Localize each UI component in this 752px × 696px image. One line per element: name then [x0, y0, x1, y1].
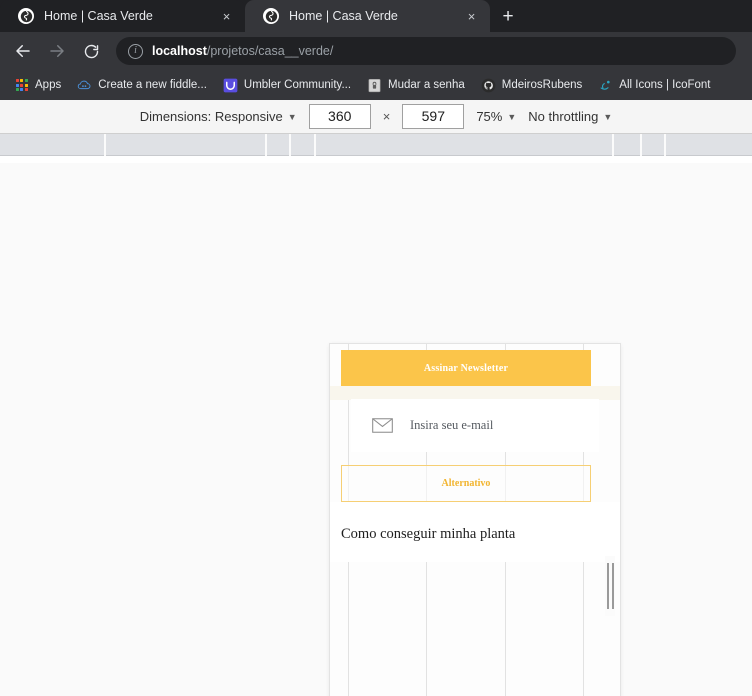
browser-tab-2[interactable]: Home | Casa Verde ×: [245, 0, 490, 32]
url-host: localhost: [152, 44, 207, 58]
viewport-ruler[interactable]: [0, 134, 752, 156]
bookmark-github[interactable]: MdeirosRubens: [475, 76, 589, 95]
address-bar[interactable]: i localhost/projetos/casa__verde/: [116, 37, 736, 65]
browser-tab-1[interactable]: Home | Casa Verde ×: [0, 0, 245, 32]
url-path: /projetos/casa__verde/: [206, 44, 334, 58]
device-viewport[interactable]: Assinar Newsletter Insira seu e-mail Alt…: [330, 344, 620, 696]
icofont-icon: [598, 78, 613, 93]
umbler-icon: [223, 78, 238, 93]
email-placeholder: Insira seu e-mail: [410, 418, 494, 432]
bookmark-label: Mudar a senha: [388, 79, 465, 91]
bookmarks-bar: Apps Create a new fiddle... Umbler Commu…: [0, 70, 752, 100]
dimensions-label: Dimensions: Responsive: [139, 109, 283, 124]
viewport-width-input[interactable]: 360: [308, 104, 371, 129]
github-icon: [481, 78, 496, 93]
address-bar-url: localhost/projetos/casa__verde/: [152, 44, 333, 58]
throttling-label: No throttling: [528, 109, 599, 124]
info-icon[interactable]: i: [128, 43, 143, 59]
rendered-page: Assinar Newsletter Insira seu e-mail Alt…: [330, 344, 620, 696]
new-tab-button[interactable]: +: [490, 0, 526, 32]
jsfiddle-icon: [77, 78, 92, 93]
bookmark-label: Apps: [35, 79, 62, 91]
bookmark-umbler[interactable]: Umbler Community...: [217, 76, 357, 95]
bookmark-label: Create a new fiddle...: [98, 79, 207, 91]
page-scrollbar[interactable]: [605, 556, 615, 616]
multiply-symbol: ×: [382, 109, 391, 124]
globe-icon: [263, 8, 279, 24]
globe-icon: [18, 8, 34, 24]
close-icon[interactable]: ×: [218, 8, 235, 25]
alternative-section: Alternativo: [341, 465, 591, 502]
reload-icon[interactable]: [76, 36, 106, 66]
close-icon[interactable]: ×: [463, 8, 480, 25]
lock-icon: [367, 78, 382, 93]
chevron-down-icon: ▼: [287, 111, 297, 122]
device-stage: Assinar Newsletter Insira seu e-mail Alt…: [0, 163, 752, 696]
forward-icon[interactable]: [42, 36, 72, 66]
apps-grid-icon: [14, 78, 29, 93]
alternative-label: Alternativo: [441, 478, 491, 489]
tab-title: Home | Casa Verde: [44, 9, 153, 23]
bookmark-label: MdeirosRubens: [501, 79, 583, 91]
zoom-level-label: 75%: [476, 109, 503, 124]
email-input[interactable]: Insira seu e-mail: [351, 399, 599, 452]
dimensions-dropdown[interactable]: Dimensions: Responsive ▼: [140, 109, 297, 124]
newsletter-header: Assinar Newsletter: [341, 350, 591, 386]
bookmark-label: Umbler Community...: [243, 79, 352, 91]
envelope-icon: [372, 418, 393, 433]
bookmark-icofont[interactable]: All Icons | IcoFont: [592, 76, 716, 95]
bookmark-label: All Icons | IcoFont: [619, 79, 711, 91]
bookmark-jsfiddle[interactable]: Create a new fiddle...: [71, 76, 213, 95]
newsletter-title: Assinar Newsletter: [423, 362, 509, 374]
page-headline: Como conseguir minha planta: [341, 522, 591, 547]
tab-title: Home | Casa Verde: [289, 9, 398, 23]
chevron-down-icon: ▼: [507, 111, 517, 122]
back-icon[interactable]: [8, 36, 38, 66]
zoom-dropdown[interactable]: 75% ▼: [476, 109, 516, 124]
bookmark-apps[interactable]: Apps: [8, 76, 67, 95]
browser-window: Home | Casa Verde × Home | Casa Verde × …: [0, 0, 752, 696]
viewport-height-input[interactable]: 597: [402, 104, 465, 129]
bookmark-mudar-a-senha[interactable]: Mudar a senha: [361, 76, 471, 95]
cream-band: [330, 386, 620, 400]
tab-strip: Home | Casa Verde × Home | Casa Verde × …: [0, 0, 752, 32]
chevron-down-icon: ▼: [603, 111, 613, 122]
device-toolbar: Dimensions: Responsive ▼ 360 × 597 75% ▼…: [0, 100, 752, 134]
navigation-toolbar: i localhost/projetos/casa__verde/: [0, 32, 752, 70]
throttling-dropdown[interactable]: No throttling ▼: [528, 109, 612, 124]
